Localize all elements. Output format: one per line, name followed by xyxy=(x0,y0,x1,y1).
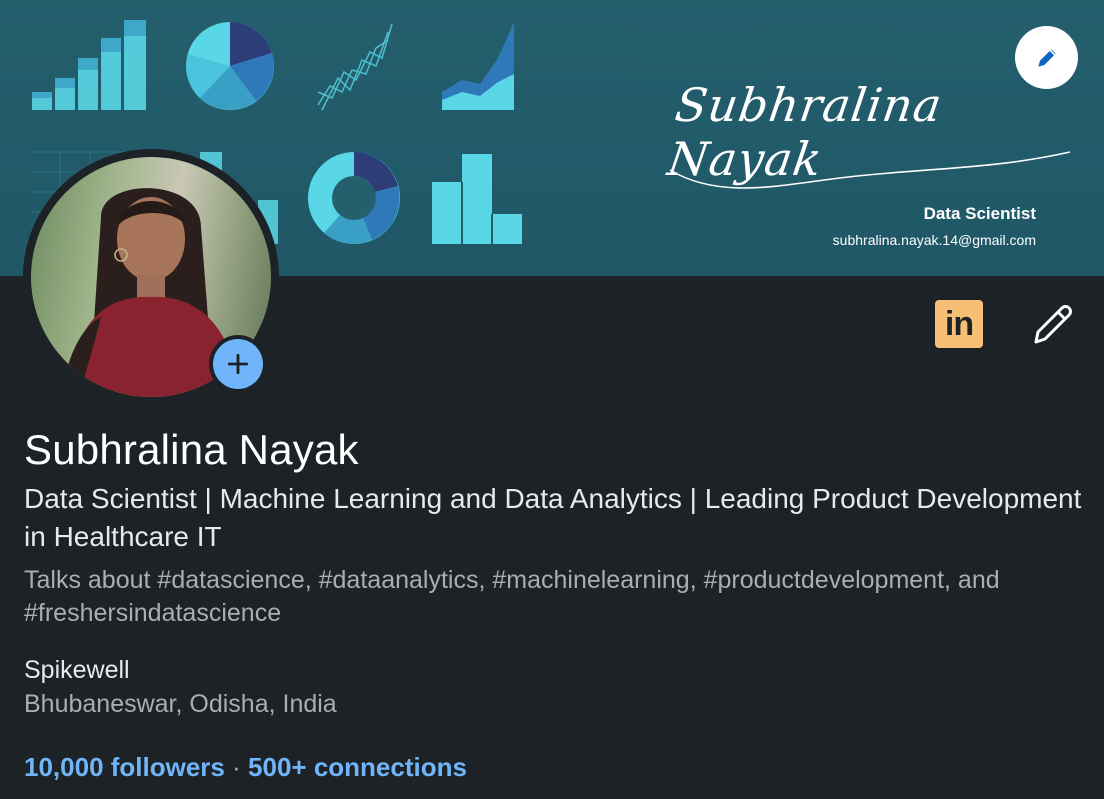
connections-link[interactable]: 500+ connections xyxy=(248,752,467,782)
edit-profile-button[interactable] xyxy=(1030,302,1076,351)
banner-email: subhralina.nayak.14@gmail.com xyxy=(832,232,1036,248)
talks-about: Talks about #datascience, #dataanalytics… xyxy=(24,566,1000,627)
profile-name: Subhralina Nayak xyxy=(24,426,359,473)
banner-job-title: Data Scientist xyxy=(923,204,1036,223)
signature-flourish xyxy=(669,151,1071,189)
profile-location: Bhubaneswar, Odisha, India xyxy=(24,690,337,718)
profile-headline: Data Scientist | Machine Learning and Da… xyxy=(24,483,1082,552)
current-company[interactable]: Spikewell xyxy=(24,656,130,685)
linkedin-icon: in xyxy=(944,304,974,343)
stats-separator: · xyxy=(232,752,241,782)
add-photo-button[interactable] xyxy=(209,335,267,393)
network-stats: 10,000 followers · 500+ connections xyxy=(24,752,467,783)
linkedin-badge[interactable]: in xyxy=(935,300,983,348)
edit-banner-button[interactable] xyxy=(1015,26,1078,89)
pencil-icon xyxy=(1034,305,1072,344)
followers-link[interactable]: 10,000 followers xyxy=(24,752,225,782)
plus-icon xyxy=(213,339,263,389)
pencil-icon xyxy=(1037,48,1056,67)
